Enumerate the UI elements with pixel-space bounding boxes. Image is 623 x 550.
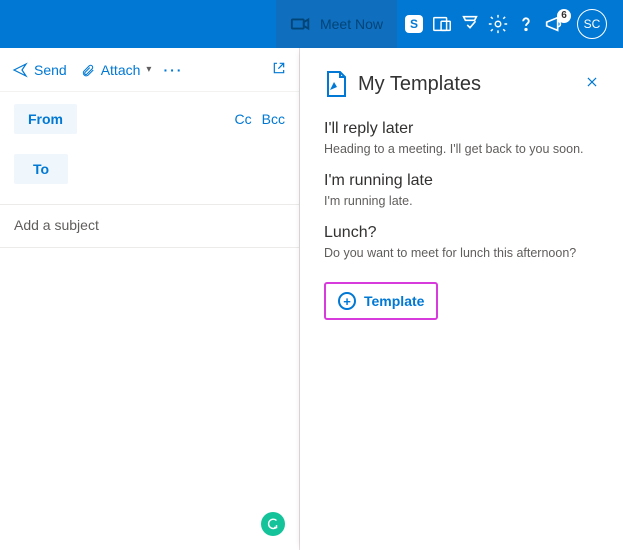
my-templates-icon bbox=[324, 70, 348, 98]
video-icon bbox=[290, 13, 312, 35]
add-template-button[interactable]: + Template bbox=[324, 282, 438, 320]
template-item[interactable]: I'm running late I'm running late. bbox=[324, 172, 599, 208]
send-button[interactable]: Send bbox=[10, 58, 69, 82]
template-title: I'll reply later bbox=[324, 120, 599, 138]
template-item[interactable]: Lunch? Do you want to meet for lunch this… bbox=[324, 224, 599, 260]
template-item[interactable]: I'll reply later Heading to a meeting. I'… bbox=[324, 120, 599, 156]
send-label: Send bbox=[34, 62, 67, 78]
meet-now-label: Meet Now bbox=[320, 16, 383, 32]
add-template-label: Template bbox=[364, 293, 424, 309]
avatar[interactable]: SC bbox=[577, 9, 607, 39]
close-icon[interactable] bbox=[585, 75, 599, 94]
template-title: Lunch? bbox=[324, 224, 599, 242]
announcements-icon[interactable]: 6 bbox=[543, 13, 565, 35]
attach-label: Attach bbox=[101, 62, 141, 78]
compose-pane: Send Attach ▾ ··· From Cc Bcc bbox=[0, 48, 300, 550]
attach-button[interactable]: Attach ▾ bbox=[79, 58, 154, 82]
notification-badge: 6 bbox=[557, 9, 571, 23]
to-row: To bbox=[14, 154, 285, 184]
template-title: I'm running late bbox=[324, 172, 599, 190]
from-button[interactable]: From bbox=[14, 104, 77, 134]
bcc-button[interactable]: Bcc bbox=[262, 111, 285, 127]
compose-toolbar: Send Attach ▾ ··· bbox=[0, 48, 299, 92]
panel-title: My Templates bbox=[358, 73, 481, 96]
app-header: Meet Now S 6 SC bbox=[0, 0, 623, 48]
grammarly-icon[interactable] bbox=[261, 512, 285, 536]
meet-now-button[interactable]: Meet Now bbox=[276, 0, 397, 48]
cc-button[interactable]: Cc bbox=[235, 111, 252, 127]
more-actions-button[interactable]: ··· bbox=[163, 62, 183, 78]
template-body: Heading to a meeting. I'll get back to y… bbox=[324, 142, 599, 156]
templates-panel: My Templates I'll reply later Heading to … bbox=[300, 48, 623, 550]
popout-icon[interactable] bbox=[271, 60, 287, 79]
settings-gear-icon[interactable] bbox=[487, 13, 509, 35]
skype-icon[interactable]: S bbox=[403, 13, 425, 35]
subject-input[interactable] bbox=[14, 217, 285, 233]
template-body: I'm running late. bbox=[324, 194, 599, 208]
help-icon[interactable] bbox=[515, 13, 537, 35]
template-body: Do you want to meet for lunch this after… bbox=[324, 246, 599, 260]
from-row: From Cc Bcc bbox=[14, 104, 285, 134]
todo-icon[interactable] bbox=[459, 13, 481, 35]
teams-icon[interactable] bbox=[431, 13, 453, 35]
chevron-down-icon: ▾ bbox=[146, 64, 151, 75]
to-button[interactable]: To bbox=[14, 154, 68, 184]
plus-circle-icon: + bbox=[338, 292, 356, 310]
